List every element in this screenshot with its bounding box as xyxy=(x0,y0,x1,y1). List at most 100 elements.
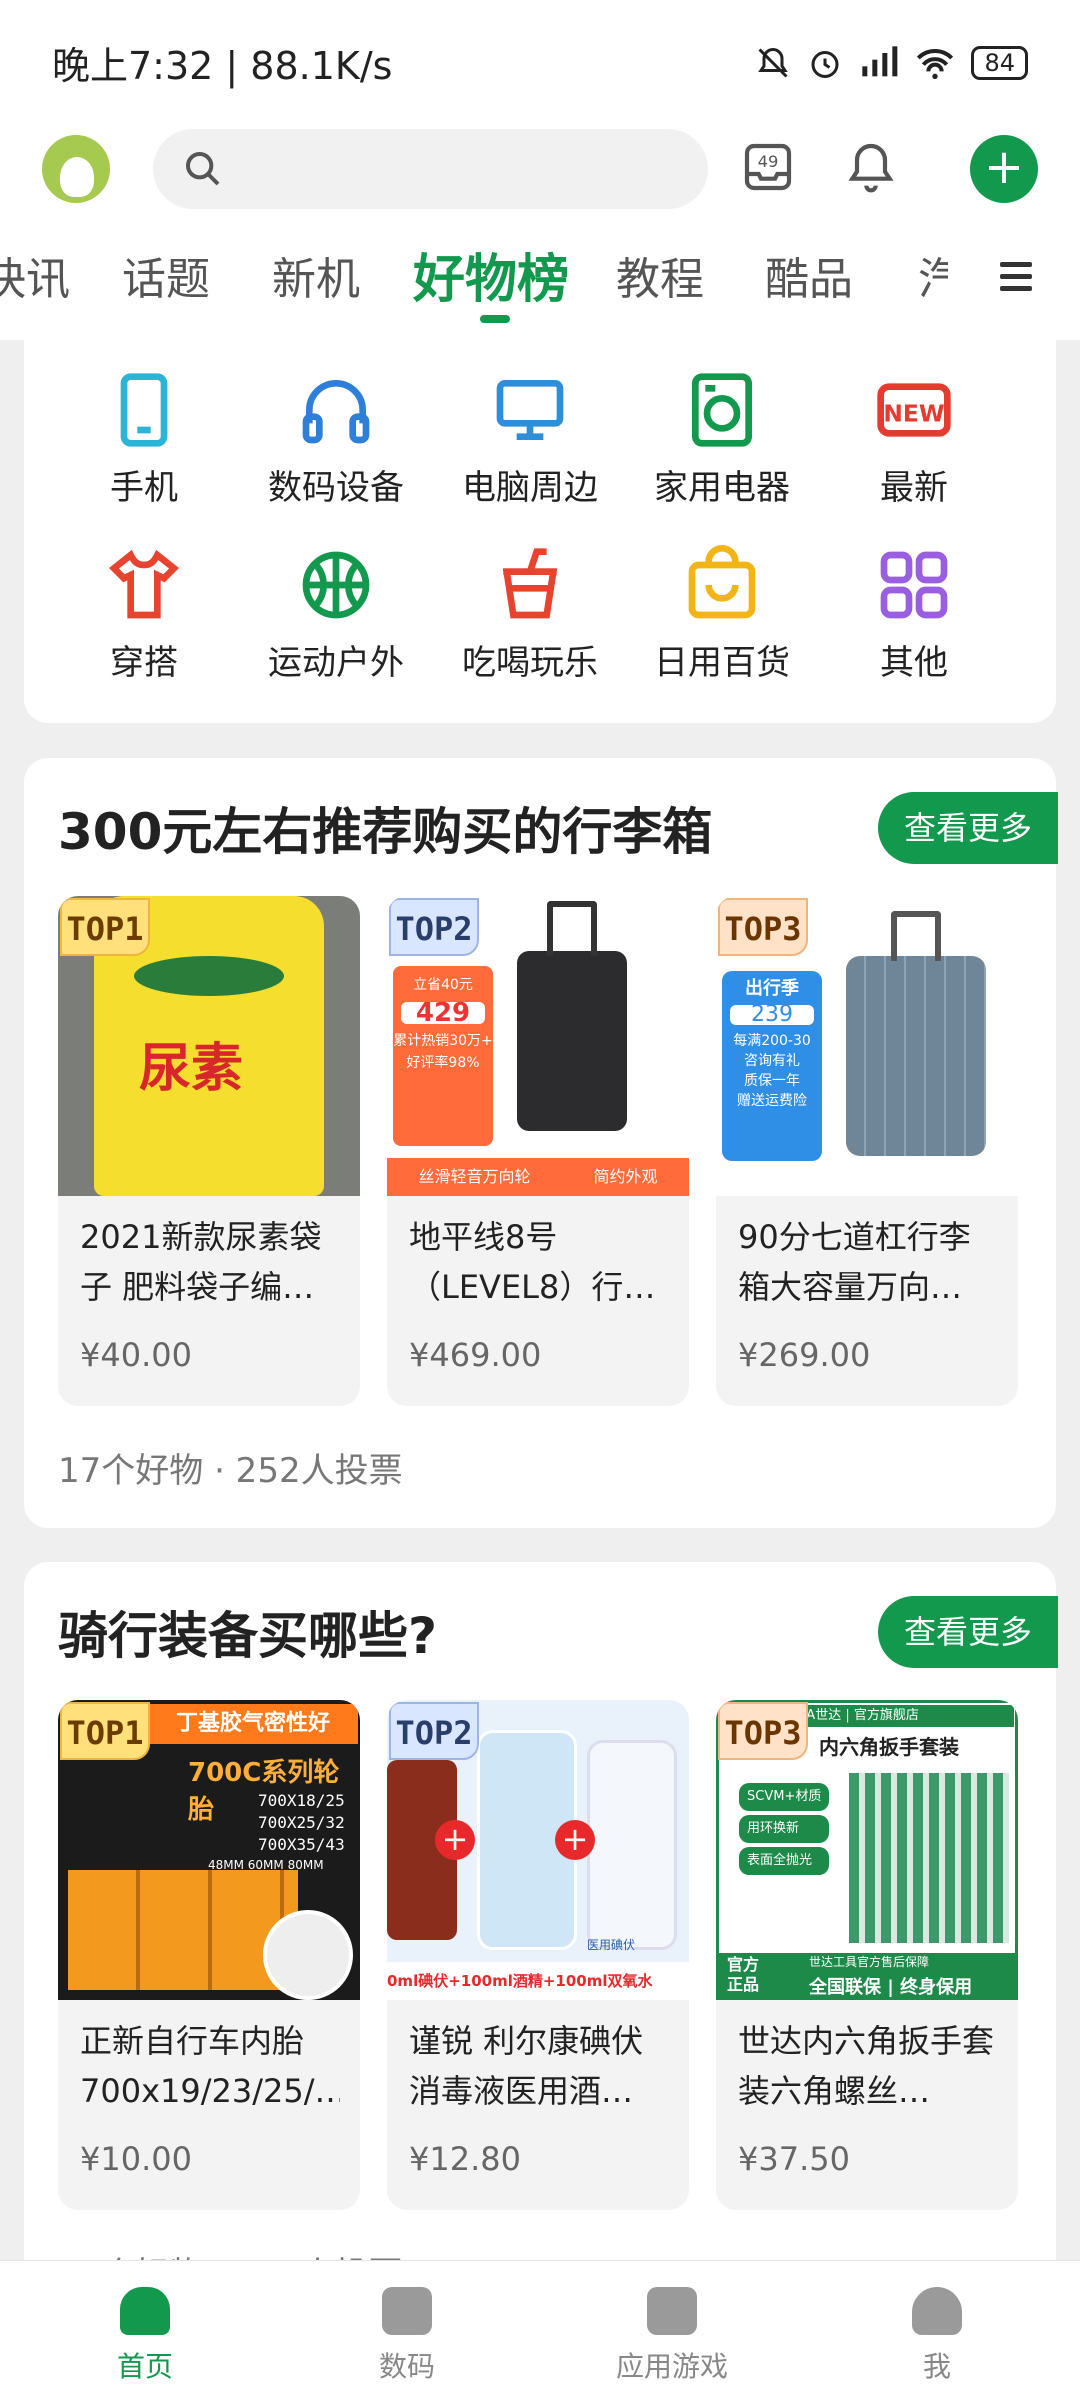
ranking-title: 300元左右推荐购买的行李箱 xyxy=(58,803,713,861)
active-tab-indicator xyxy=(480,315,510,323)
washer-icon xyxy=(692,373,752,447)
nav-digital[interactable]: 数码 xyxy=(327,2287,487,2385)
view-more-button[interactable]: 查看更多 xyxy=(878,1596,1058,1668)
product-title: 世达内六角扳手套装六角螺丝… xyxy=(738,2022,995,2110)
product-card[interactable]: SATA世达 | 官方旗舰店 内六角扳手套装 SCVM+材质 用环换新 表面全抛… xyxy=(716,1700,1018,2210)
product-card[interactable]: 出行季 239 每满200-30 咨询有礼 质保一年 赠送运费险 TOP3 90… xyxy=(716,896,1018,1406)
tab-cars[interactable]: 汽 xyxy=(918,243,948,307)
wrench-seal: 官方 正品 xyxy=(727,1955,760,1994)
tire-boxes xyxy=(68,1870,298,1990)
tab-good-products[interactable]: 好物榜 xyxy=(413,237,569,312)
alarm-icon xyxy=(811,50,839,78)
shopping-bag-icon xyxy=(647,2287,697,2335)
ranking-card-cycling: 骑行装备买哪些? 查看更多 丁基胶气密性好 700C系列轮胎 700X18/25… xyxy=(24,1562,1058,2295)
product-card[interactable]: 立省40元 429 累计热销30万+ 好评率98% 丝滑轻音万向轮 简约外观 T… xyxy=(387,896,689,1406)
search-icon xyxy=(186,152,220,186)
suitcase-image xyxy=(517,951,627,1131)
basketball-icon xyxy=(302,551,370,619)
product-price: ¥10.00 xyxy=(80,2140,192,2178)
status-time: 晚上7:32 | 88.1K/s xyxy=(52,44,393,88)
category-appliance[interactable]: 家用电器 xyxy=(642,370,802,509)
iodine-banner: 0ml碘伏+100ml酒精+100ml双氧水 xyxy=(387,1962,689,2000)
promo-panel: 出行季 239 每满200-30 咨询有礼 质保一年 赠送运费险 xyxy=(722,971,822,1161)
nav-apps-games[interactable]: 应用游戏 xyxy=(592,2287,752,2385)
rank-badge: TOP3 xyxy=(718,1702,808,1760)
tab-news[interactable]: 快讯 xyxy=(0,243,70,307)
tire-heading: 丁基胶气密性好 xyxy=(148,1704,358,1744)
menu-icon[interactable] xyxy=(1000,255,1032,298)
product-title: 90分七道杠行李箱大容量万向… xyxy=(738,1218,971,1306)
rank-badge: TOP1 xyxy=(60,898,150,956)
promo-banner: 丝滑轻音万向轮 简约外观 xyxy=(387,1158,689,1196)
inbox-button[interactable]: 49 xyxy=(740,139,796,199)
product-price: ¥269.00 xyxy=(738,1336,871,1374)
wifi-icon xyxy=(917,48,954,79)
avatar[interactable] xyxy=(42,135,110,203)
drink-icon xyxy=(502,548,558,619)
tab-tutorials[interactable]: 教程 xyxy=(616,243,704,307)
wrench-service: 世达工具官方售后保障 xyxy=(809,1955,930,1969)
category-food[interactable]: 吃喝玩乐 xyxy=(450,545,610,684)
add-button[interactable]: + xyxy=(970,135,1038,203)
tire-sizes: 700X18/25 700X25/32 700X35/43 xyxy=(258,1791,345,1854)
wrench-brand: SATA世达 | 官方旗舰店 xyxy=(779,1705,1014,1727)
silent-icon xyxy=(758,47,789,78)
bell-icon xyxy=(848,143,894,193)
search-input[interactable] xyxy=(153,129,708,209)
battery-indicator: 84 xyxy=(971,45,1028,80)
user-icon xyxy=(912,2287,962,2335)
category-phone[interactable]: 手机 xyxy=(64,370,224,509)
status-bar: 晚上7:32 | 88.1K/s 84 xyxy=(0,0,1080,125)
tab-topics[interactable]: 话题 xyxy=(122,243,210,307)
product-price: ¥469.00 xyxy=(409,1336,542,1374)
rank-badge: TOP3 xyxy=(718,898,808,956)
inbox-icon: 49 xyxy=(744,143,792,191)
category-sports[interactable]: 运动户外 xyxy=(256,545,416,684)
top-bar: 49 + 快讯 话题 新机 好物榜 教程 酷品 汽 xyxy=(0,125,1080,340)
product-card[interactable]: 尿素 TOP1 2021新款尿素袋子 肥料袋子编… ¥40.00 xyxy=(58,896,360,1406)
category-digital[interactable]: 数码设备 xyxy=(256,370,416,509)
notifications-button[interactable] xyxy=(843,139,899,199)
category-clothing[interactable]: 穿搭 xyxy=(64,545,224,684)
category-grid: 手机 数码设备 电脑周边 家用电器 NEW 最新 穿搭 运动户外 吃喝玩乐 日用… xyxy=(24,335,1056,723)
product-price: ¥40.00 xyxy=(80,1336,192,1374)
nav-me[interactable]: 我 xyxy=(857,2287,1017,2385)
category-newest[interactable]: NEW 最新 xyxy=(834,370,994,509)
tab-new-phones[interactable]: 新机 xyxy=(272,243,360,307)
category-computer[interactable]: 电脑周边 xyxy=(450,370,610,509)
rank-badge: TOP2 xyxy=(389,1702,479,1760)
product-title: 地平线8号（LEVEL8）行… xyxy=(409,1218,656,1306)
signal-icon xyxy=(862,45,898,76)
view-more-button[interactable]: 查看更多 xyxy=(878,792,1058,864)
product-card[interactable]: + + 医用碘伏 0ml碘伏+100ml酒精+100ml双氧水 TOP2 谨锐 … xyxy=(387,1700,689,2210)
promo-panel: 立省40元 429 累计热销30万+ 好评率98% xyxy=(393,966,493,1146)
tab-cool-products[interactable]: 酷品 xyxy=(765,243,853,307)
monitor-icon xyxy=(496,380,564,440)
ranking-title: 骑行装备买哪些? xyxy=(58,1607,438,1665)
mail-count: 49 xyxy=(758,152,779,171)
wrench-warranty: 全国联保 | 终身保用 xyxy=(809,1977,973,1998)
grid-icon xyxy=(880,551,948,619)
category-daily[interactable]: 日用百货 xyxy=(642,545,802,684)
phone-icon xyxy=(382,2287,432,2335)
ranking-footer: 17个好物 · 252人投票 xyxy=(58,1451,403,1491)
category-other[interactable]: 其他 xyxy=(834,545,994,684)
urea-label: 尿素 xyxy=(139,1039,244,1099)
product-title: 正新自行车内胎700x19/23/25/… xyxy=(80,2022,340,2110)
headphones-icon xyxy=(302,380,370,444)
svg-text:NEW: NEW xyxy=(883,400,944,428)
new-icon: NEW xyxy=(877,383,951,437)
product-title: 谨锐 利尔康碘伏消毒液医用酒… xyxy=(409,2022,644,2110)
phone-icon xyxy=(120,373,168,447)
category-tabs: 快讯 话题 新机 好物榜 教程 酷品 汽 xyxy=(0,243,1080,323)
bottom-nav: 首页 数码 应用游戏 我 xyxy=(0,2260,1080,2400)
tshirt-icon xyxy=(109,549,179,619)
product-price: ¥37.50 xyxy=(738,2140,850,2178)
shopping-bag-icon xyxy=(688,545,756,619)
product-card[interactable]: 丁基胶气密性好 700C系列轮胎 700X18/25 700X25/32 700… xyxy=(58,1700,360,2210)
product-title: 2021新款尿素袋子 肥料袋子编… xyxy=(80,1218,322,1306)
rank-badge: TOP2 xyxy=(389,898,479,956)
ranking-card-suitcase: 300元左右推荐购买的行李箱 查看更多 尿素 TOP1 2021新款尿素袋子 肥… xyxy=(24,758,1058,1528)
nav-home[interactable]: 首页 xyxy=(65,2287,225,2385)
wrench-title: 内六角扳手套装 xyxy=(819,1735,959,1759)
